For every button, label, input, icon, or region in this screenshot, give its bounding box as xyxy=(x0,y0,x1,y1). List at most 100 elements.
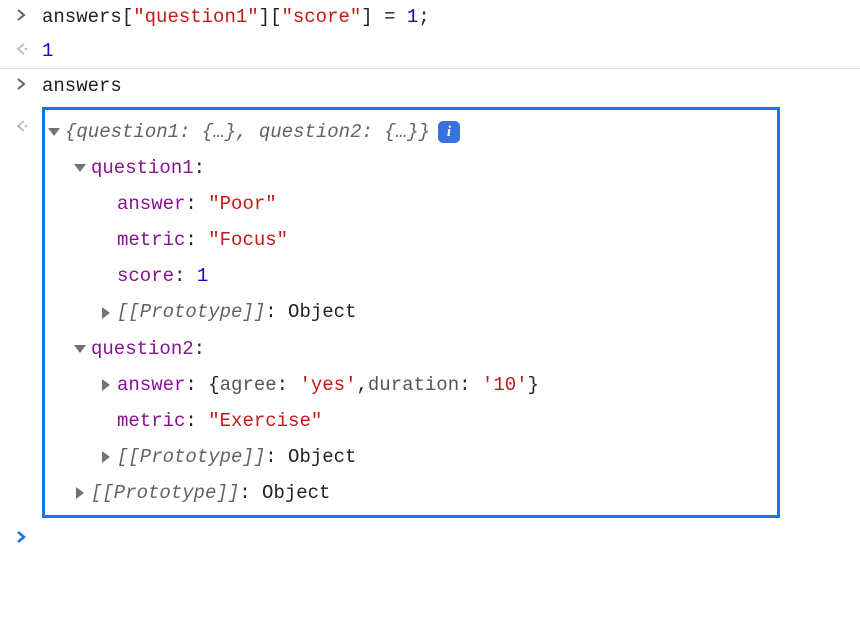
colon: : xyxy=(185,186,196,222)
output-gutter xyxy=(0,107,42,133)
disclosure-toggle[interactable] xyxy=(71,159,89,177)
code-punct: ] xyxy=(361,6,372,28)
summary-brace: { xyxy=(65,121,76,143)
prototype-value: Object xyxy=(288,439,356,475)
code-punct: [ xyxy=(122,6,133,28)
colon: : xyxy=(194,150,205,186)
console-input-code: answers xyxy=(42,73,860,99)
triangle-right-icon xyxy=(102,451,110,463)
prototype-value: Object xyxy=(262,475,330,511)
code-ident: answers xyxy=(42,6,122,28)
triangle-down-icon xyxy=(74,345,86,353)
info-icon[interactable]: i xyxy=(438,121,460,143)
code-string: "question1" xyxy=(133,6,258,28)
inline-brace: { xyxy=(208,367,219,403)
disclosure-toggle[interactable] xyxy=(97,448,115,466)
code-ident: answers xyxy=(42,75,122,97)
object-key: question1 xyxy=(91,150,194,186)
triangle-right-icon xyxy=(102,379,110,391)
chevron-right-icon xyxy=(14,77,28,91)
prop-key: answer xyxy=(117,186,185,222)
inline-brace: } xyxy=(528,367,539,403)
code-punct: ; xyxy=(418,6,429,28)
prototype-value: Object xyxy=(288,294,356,330)
disclosure-toggle[interactable] xyxy=(71,484,89,502)
prop-value-number: 1 xyxy=(197,258,208,294)
inline-key: duration xyxy=(368,367,459,403)
triangle-down-icon xyxy=(74,164,86,172)
console-output-value: 1 xyxy=(42,38,860,64)
prototype-label: [[Prototype]] xyxy=(117,294,265,330)
prototype-label: [[Prototype]] xyxy=(117,439,265,475)
code-punct: ] xyxy=(259,6,270,28)
console-output-row: 1 xyxy=(0,34,860,69)
code-number: 1 xyxy=(407,6,418,28)
colon: : xyxy=(174,258,185,294)
prop-key: metric xyxy=(117,403,185,439)
disclosure-spacer xyxy=(97,195,115,213)
object-key-row[interactable]: question2: xyxy=(45,331,769,367)
colon: : xyxy=(185,367,196,403)
console-output-object: {question1: {…}, question2: {…}} i quest… xyxy=(42,107,780,518)
disclosure-spacer xyxy=(97,412,115,430)
disclosure-spacer xyxy=(97,231,115,249)
summary-key: question1: xyxy=(76,121,190,143)
prop-key: metric xyxy=(117,222,185,258)
colon: : xyxy=(194,331,205,367)
summary-val: {…} xyxy=(190,121,236,143)
summary-brace: } xyxy=(419,121,430,143)
prop-key: score xyxy=(117,258,174,294)
colon: : xyxy=(239,475,250,511)
console-output-row: {question1: {…}, question2: {…}} i quest… xyxy=(0,103,860,522)
input-gutter xyxy=(0,73,42,91)
inline-val: 'yes' xyxy=(299,367,356,403)
code-punct: = xyxy=(373,6,407,28)
prototype-row[interactable]: [[Prototype]]: Object xyxy=(45,475,769,511)
disclosure-spacer xyxy=(97,267,115,285)
object-prop-row[interactable]: answer: {agree: 'yes', duration: '10'} xyxy=(45,367,769,403)
colon: : xyxy=(277,367,288,403)
colon: : xyxy=(265,294,276,330)
code-punct: [ xyxy=(270,6,281,28)
disclosure-toggle[interactable] xyxy=(71,340,89,358)
triangle-right-icon xyxy=(76,487,84,499)
chevron-left-output-icon xyxy=(14,119,28,133)
disclosure-toggle[interactable] xyxy=(45,123,63,141)
console-prompt-input[interactable] xyxy=(42,526,860,530)
triangle-right-icon xyxy=(102,307,110,319)
colon: : xyxy=(459,367,470,403)
output-gutter xyxy=(0,38,42,56)
prop-value-string: "Poor" xyxy=(208,186,276,222)
disclosure-toggle[interactable] xyxy=(97,304,115,322)
colon: : xyxy=(265,439,276,475)
input-gutter xyxy=(0,4,42,22)
summary-sep: , xyxy=(236,121,259,143)
triangle-down-icon xyxy=(48,128,60,136)
console-input-row[interactable]: answers xyxy=(0,69,860,103)
prototype-row[interactable]: [[Prototype]]: Object xyxy=(45,439,769,475)
object-summary: {question1: {…}, question2: {…}} xyxy=(65,114,430,150)
prop-value-string: "Focus" xyxy=(208,222,288,258)
summary-val: {…} xyxy=(373,121,419,143)
console-input-code: answers["question1"]["score"] = 1; xyxy=(42,4,860,30)
summary-key: question2: xyxy=(259,121,373,143)
disclosure-toggle[interactable] xyxy=(97,376,115,394)
chevron-right-icon xyxy=(14,8,28,22)
chevron-right-prompt-icon xyxy=(14,530,28,544)
colon: : xyxy=(185,222,196,258)
object-prop-row[interactable]: answer: "Poor" xyxy=(45,186,769,222)
inline-sep: , xyxy=(356,367,367,403)
prototype-row[interactable]: [[Prototype]]: Object xyxy=(45,294,769,330)
prop-value-string: "Exercise" xyxy=(208,403,322,439)
object-prop-row[interactable]: score: 1 xyxy=(45,258,769,294)
object-root[interactable]: {question1: {…}, question2: {…}} i xyxy=(45,114,769,150)
console: answers["question1"]["score"] = 1; 1 ans… xyxy=(0,0,860,548)
inline-key: agree xyxy=(220,367,277,403)
object-key-row[interactable]: question1: xyxy=(45,150,769,186)
prompt-gutter xyxy=(0,526,42,544)
colon: : xyxy=(185,403,196,439)
object-prop-row[interactable]: metric: "Focus" xyxy=(45,222,769,258)
console-input-row[interactable]: answers["question1"]["score"] = 1; xyxy=(0,0,860,34)
object-prop-row[interactable]: metric: "Exercise" xyxy=(45,403,769,439)
console-prompt-row[interactable] xyxy=(0,522,860,548)
